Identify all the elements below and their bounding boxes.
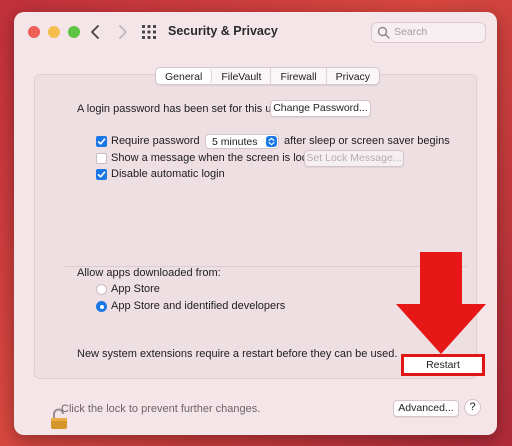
title-bar: Security & Privacy Search bbox=[14, 12, 497, 52]
security-privacy-window: Security & Privacy Search General FileVa… bbox=[14, 12, 497, 435]
lock-text: Click the lock to prevent further change… bbox=[61, 403, 261, 415]
red-down-arrow-annotation bbox=[396, 252, 486, 354]
advanced-button[interactable]: Advanced... bbox=[393, 400, 459, 417]
window-title: Security & Privacy bbox=[168, 24, 278, 38]
checkmark-icon bbox=[97, 138, 106, 145]
require-password-select[interactable]: 5 minutes bbox=[205, 134, 279, 149]
login-password-text: A login password has been set for this u… bbox=[77, 103, 287, 115]
tab-firewall[interactable]: Firewall bbox=[271, 68, 327, 84]
require-password-suffix: after sleep or screen saver begins bbox=[284, 135, 450, 147]
search-icon bbox=[377, 26, 390, 39]
allow-apps-heading: Allow apps downloaded from: bbox=[77, 267, 221, 279]
forward-icon[interactable] bbox=[112, 22, 132, 42]
extensions-message: New system extensions require a restart … bbox=[77, 348, 398, 360]
maximize-window-button[interactable] bbox=[68, 26, 80, 38]
app-store-radio[interactable] bbox=[96, 284, 107, 295]
tab-filevault[interactable]: FileVault bbox=[212, 68, 272, 84]
tab-privacy[interactable]: Privacy bbox=[327, 68, 379, 84]
disable-auto-login-checkbox[interactable] bbox=[96, 169, 107, 180]
close-window-button[interactable] bbox=[28, 26, 40, 38]
require-password-label: Require password bbox=[111, 135, 200, 147]
identified-developers-radio[interactable] bbox=[96, 301, 107, 312]
stepper-icon bbox=[266, 136, 277, 147]
restart-button-highlight: Restart bbox=[401, 354, 485, 376]
search-field[interactable]: Search bbox=[371, 22, 486, 43]
checkmark-icon bbox=[97, 171, 106, 178]
minimize-window-button[interactable] bbox=[48, 26, 60, 38]
show-message-checkbox[interactable] bbox=[96, 153, 107, 164]
identified-developers-label: App Store and identified developers bbox=[111, 300, 286, 312]
show-all-grid-icon[interactable] bbox=[142, 25, 156, 39]
help-button[interactable]: ? bbox=[464, 399, 481, 416]
back-icon[interactable] bbox=[86, 22, 106, 42]
require-password-value: 5 minutes bbox=[212, 136, 258, 148]
set-lock-message-button[interactable]: Set Lock Message... bbox=[304, 150, 404, 167]
tab-general[interactable]: General bbox=[156, 68, 213, 84]
app-store-label: App Store bbox=[111, 283, 160, 295]
restart-button[interactable]: Restart bbox=[404, 359, 482, 371]
show-message-label: Show a message when the screen is locked bbox=[111, 152, 326, 164]
change-password-button[interactable]: Change Password... bbox=[270, 100, 371, 117]
search-placeholder: Search bbox=[394, 26, 428, 38]
disable-auto-login-label: Disable automatic login bbox=[111, 168, 225, 180]
require-password-checkbox[interactable] bbox=[96, 136, 107, 147]
tab-bar: General FileVault Firewall Privacy bbox=[155, 67, 381, 85]
